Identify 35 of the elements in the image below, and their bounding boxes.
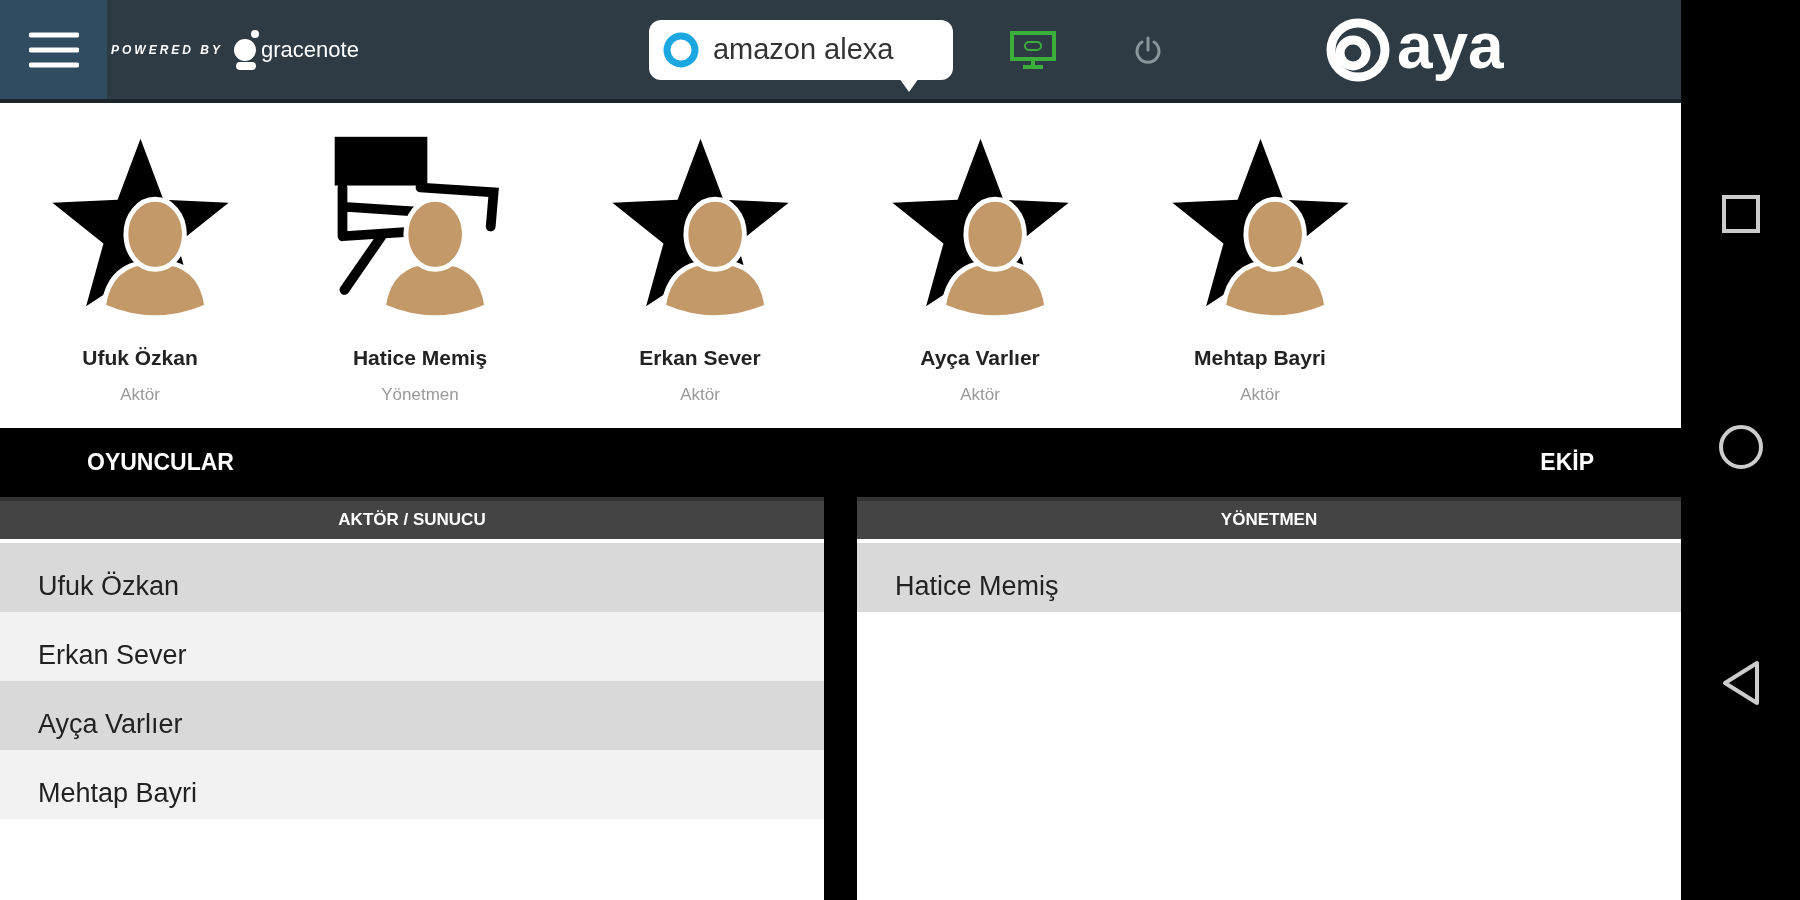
list-row[interactable]: Mehtap Bayri [0, 750, 824, 819]
screen-icon[interactable] [1008, 29, 1057, 70]
tab[interactable]: EKİP [1540, 445, 1594, 480]
cast-name: Mehtap Bayri [1194, 345, 1326, 371]
cast-role: Aktör [680, 383, 720, 406]
column-header: AKTÖR / SUNUCU [0, 497, 824, 539]
cast-name: Ayça Varlıer [920, 345, 1040, 371]
cast-name: Hatice Memiş [352, 345, 488, 371]
gracenote-logo-icon [231, 27, 261, 72]
cast-role: Aktör [1240, 383, 1280, 406]
alexa-label: amazon alexa [712, 31, 894, 67]
cast-role: Aktör [120, 383, 160, 406]
home-icon[interactable] [1716, 423, 1765, 471]
tab[interactable]: OYUNCULAR [87, 445, 234, 480]
cast-name: Erkan Sever [639, 345, 761, 371]
cast-card[interactable]: Mehtap Bayri Aktör [1120, 129, 1400, 407]
list-row[interactable]: Erkan Sever [0, 612, 824, 681]
brand-logo: aya [1396, 13, 1504, 84]
cast-role: Yönetmen [381, 383, 459, 406]
column-header: YÖNETMEN [857, 497, 1681, 539]
powered-by-label: POWERED BY [111, 41, 223, 59]
cast-card[interactable]: Ufuk Özkan Aktör [0, 129, 280, 407]
cast-role: Aktör [960, 383, 1000, 406]
cast-card[interactable]: Erkan Sever Aktör [560, 129, 840, 407]
cast-card[interactable]: Ayça Varlıer Aktör [840, 129, 1120, 407]
cast-name: Ufuk Özkan [82, 345, 198, 371]
alexa-badge[interactable]: amazon alexa [648, 19, 953, 80]
list-row[interactable]: Hatice Memiş [857, 543, 1681, 612]
list-row[interactable]: Ufuk Özkan [0, 543, 824, 612]
back-icon[interactable] [1720, 659, 1761, 706]
recents-icon[interactable] [1720, 194, 1761, 235]
menu-button[interactable] [0, 0, 107, 99]
cast-card[interactable]: Hatice Memiş Yönetmen [280, 129, 560, 407]
gracenote-logo: gracenote [261, 36, 359, 64]
list-row[interactable]: Ayça Varlıer [0, 681, 824, 750]
